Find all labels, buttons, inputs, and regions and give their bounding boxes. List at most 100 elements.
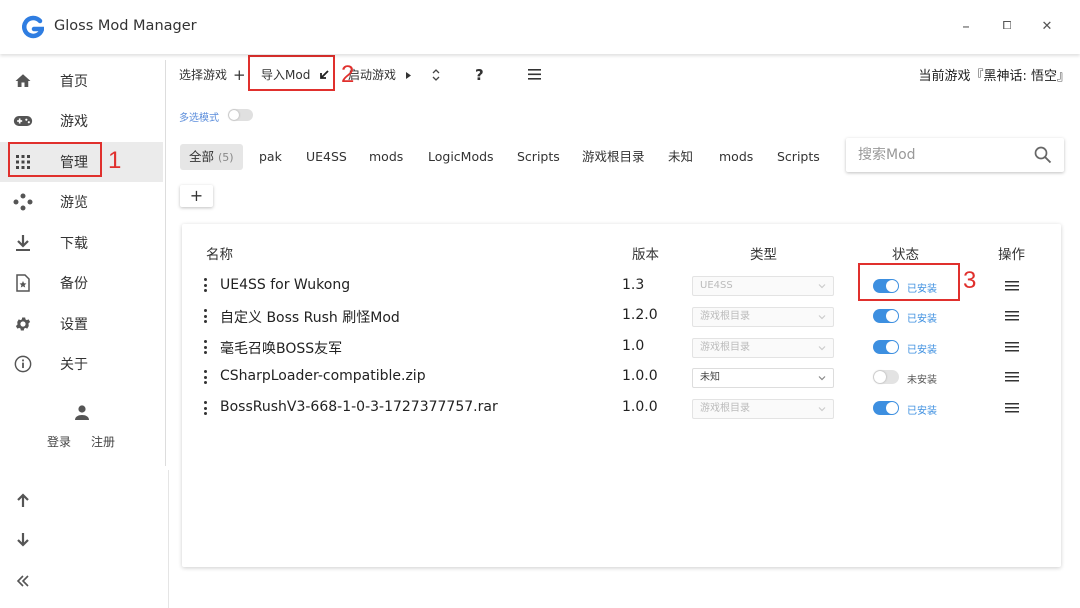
drag-handle-icon[interactable]	[200, 339, 210, 355]
current-game-label: 当前游戏『黑神话: 悟空』	[918, 69, 1070, 84]
tab-all[interactable]: 全部 (5)	[180, 144, 243, 170]
tab-logicmods[interactable]: LogicMods	[428, 146, 494, 168]
tab-scripts[interactable]: Scripts	[517, 146, 560, 168]
minimize-button[interactable]: –	[957, 17, 975, 35]
toolbar-menu-button[interactable]	[528, 66, 541, 84]
install-toggle[interactable]	[873, 401, 899, 415]
mod-type-select: UE4SS	[692, 276, 834, 296]
sidebar-item-download[interactable]: 下载	[0, 223, 163, 263]
sidebar-item-games[interactable]: 游戏	[0, 101, 163, 141]
mod-type-select[interactable]: 未知	[692, 368, 834, 388]
sidebar-item-home[interactable]: 首页	[0, 61, 163, 101]
drag-handle-icon[interactable]	[200, 277, 210, 293]
gamepad-icon	[13, 111, 33, 131]
row-menu-icon[interactable]	[1005, 371, 1019, 383]
search-icon[interactable]	[1034, 146, 1052, 164]
row-menu-icon[interactable]	[1005, 341, 1019, 353]
launch-game-button[interactable]: 启动游戏	[348, 66, 411, 84]
sidebar-item-browse[interactable]: 游览	[0, 182, 163, 222]
annotation-box-import	[248, 55, 335, 91]
sidebar-item-label: 游览	[60, 195, 88, 211]
mod-version: 1.0	[622, 338, 645, 354]
annotation-box-status	[858, 263, 960, 301]
status-text: 已安装	[907, 314, 937, 325]
row-menu-icon[interactable]	[1005, 402, 1019, 414]
mod-name: 毫毛召唤BOSS友军	[220, 341, 343, 357]
add-mod-button[interactable]: +	[180, 185, 213, 207]
mod-type-value: 未知	[700, 372, 720, 383]
install-toggle[interactable]	[873, 340, 899, 354]
sort-button[interactable]	[432, 66, 440, 84]
tab-unknown[interactable]: 未知	[668, 146, 693, 168]
mod-type-value: UE4SS	[700, 280, 733, 291]
collapse-sidebar-icon[interactable]	[13, 571, 33, 591]
scroll-down-icon[interactable]	[13, 530, 33, 550]
backup-icon	[13, 273, 33, 293]
scroll-up-icon[interactable]	[13, 490, 33, 510]
annotation-number: 1	[108, 147, 122, 174]
gear-icon	[13, 314, 33, 334]
chevron-down-icon	[818, 376, 826, 381]
sidebar-item-label: 关于	[60, 357, 88, 373]
mod-name: BossRushV3-668-1-0-3-1727377757.rar	[220, 399, 498, 415]
mod-type-value: 游戏根目录	[700, 403, 750, 414]
search-input[interactable]	[858, 144, 1028, 166]
home-icon	[13, 71, 33, 91]
add-game-icon[interactable]: +	[233, 66, 246, 84]
tab-count: (5)	[218, 151, 234, 164]
tab-pak[interactable]: pak	[259, 146, 282, 168]
install-toggle[interactable]	[873, 370, 899, 384]
header-actions: 操作	[998, 247, 1025, 263]
header-name: 名称	[206, 247, 233, 263]
tab-mods[interactable]: mods	[369, 146, 403, 168]
close-button[interactable]: ✕	[1038, 17, 1056, 35]
sidebar-divider	[165, 60, 166, 466]
mod-name: 自定义 Boss Rush 刷怪Mod	[220, 310, 400, 326]
header-status: 状态	[892, 247, 919, 263]
register-link[interactable]: 注册	[91, 433, 115, 450]
chevron-down-icon	[818, 346, 826, 351]
tab-ue4ss[interactable]: UE4SS	[306, 146, 347, 168]
annotation-box-manage	[8, 142, 102, 177]
sidebar-item-settings[interactable]: 设置	[0, 304, 163, 344]
sidebar-item-backup[interactable]: 备份	[0, 263, 163, 303]
mod-type-select: 游戏根目录	[692, 338, 834, 358]
user-icon	[75, 405, 89, 420]
chevron-down-icon	[818, 315, 826, 320]
drag-handle-icon[interactable]	[200, 400, 210, 416]
drag-handle-icon[interactable]	[200, 369, 210, 385]
select-game-label: 选择游戏	[179, 68, 228, 82]
app-logo-icon	[22, 15, 44, 39]
tab-label: 全部	[189, 149, 215, 164]
help-button[interactable]: ?	[475, 66, 484, 84]
sidebar-item-label: 设置	[60, 317, 88, 333]
chevron-down-icon	[818, 284, 826, 289]
mod-version: 1.0.0	[622, 399, 658, 415]
sidebar-item-about[interactable]: 关于	[0, 344, 163, 384]
maximize-button[interactable]: ⧠	[998, 17, 1016, 35]
multi-select-toggle[interactable]	[228, 109, 253, 121]
mod-version: 1.3	[622, 277, 645, 293]
install-toggle[interactable]	[873, 309, 899, 323]
drag-handle-icon[interactable]	[200, 308, 210, 324]
status-text: 已安装	[907, 345, 937, 356]
tab-scripts-2[interactable]: Scripts	[777, 146, 820, 168]
header-type: 类型	[750, 247, 777, 263]
mod-version: 1.0.0	[622, 368, 658, 384]
launch-game-label: 启动游戏	[348, 68, 397, 82]
caret-right-icon	[406, 72, 411, 79]
unfold-icon	[432, 69, 440, 81]
sidebar-item-label: 下载	[60, 236, 88, 252]
search-box	[846, 138, 1064, 172]
annotation-number: 3	[963, 267, 977, 294]
row-menu-icon[interactable]	[1005, 310, 1019, 322]
sidebar-item-label: 备份	[60, 276, 88, 292]
row-menu-icon[interactable]	[1005, 280, 1019, 292]
login-link[interactable]: 登录	[47, 433, 71, 450]
download-icon	[13, 233, 33, 253]
chevron-down-icon	[818, 407, 826, 412]
tab-game-root[interactable]: 游戏根目录	[582, 146, 645, 168]
select-game-button[interactable]: 选择游戏	[179, 66, 227, 84]
app-title: Gloss Mod Manager	[54, 18, 197, 34]
tab-mods-2[interactable]: mods	[719, 146, 753, 168]
